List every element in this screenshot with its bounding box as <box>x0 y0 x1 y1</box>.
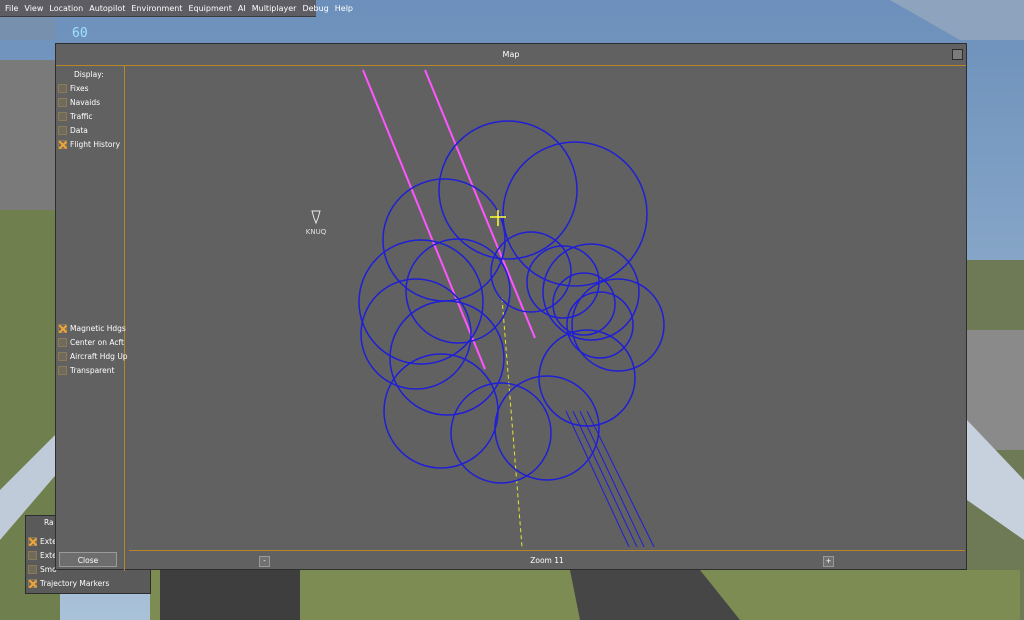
zoom-level-label: Zoom 11 <box>530 556 564 565</box>
ground-track-line <box>501 297 523 547</box>
hud-speed-readout: 60 <box>72 26 88 41</box>
menu-environment[interactable]: Environment <box>131 4 182 13</box>
runway-line-2 <box>424 69 536 339</box>
menu-multiplayer[interactable]: Multiplayer <box>252 4 297 13</box>
option-checkbox-1[interactable] <box>28 537 37 546</box>
traffic-checkbox[interactable] <box>58 112 67 121</box>
flight-history-checkbox[interactable] <box>58 140 67 149</box>
center-on-acft-checkbox[interactable] <box>58 338 67 347</box>
menu-view[interactable]: View <box>24 4 43 13</box>
map-options-panel: Display: Fixes Navaids Traffic Data Flig… <box>56 66 128 571</box>
transparent-checkbox[interactable] <box>58 366 67 375</box>
transparent-label: Transparent <box>70 366 115 375</box>
airport-icon <box>311 210 321 225</box>
flight-history-track <box>358 120 665 484</box>
magnetic-hdgs-checkbox[interactable] <box>58 324 67 333</box>
menu-debug[interactable]: Debug <box>302 4 328 13</box>
fixes-label: Fixes <box>70 84 89 93</box>
menu-location[interactable]: Location <box>49 4 83 13</box>
navaids-checkbox[interactable] <box>58 98 67 107</box>
aircraft-hdg-up-label: Aircraft Hdg Up <box>70 352 128 361</box>
map-canvas[interactable]: KNUQ <box>126 66 966 547</box>
navaids-label: Navaids <box>70 98 100 107</box>
option-checkbox-2[interactable] <box>28 551 37 560</box>
aircraft-hdg-up-checkbox[interactable] <box>58 352 67 361</box>
trajectory-markers-label: Trajectory Markers <box>40 579 110 588</box>
center-on-acft-label: Center on Acft <box>70 338 124 347</box>
map-drawing: KNUQ <box>306 69 665 547</box>
fixes-checkbox[interactable] <box>58 84 67 93</box>
zoom-bar: - Zoom 11 + <box>129 550 965 570</box>
map-dialog-titlebar[interactable]: Map <box>56 44 966 66</box>
menu-help[interactable]: Help <box>335 4 353 13</box>
magnetic-hdgs-label: Magnetic Hdgs <box>70 324 126 333</box>
menu-file[interactable]: File <box>5 4 18 13</box>
menu-bar: File View Location Autopilot Environment… <box>0 0 353 17</box>
airport-label: KNUQ <box>306 228 327 236</box>
runway-line-1 <box>362 69 486 370</box>
flight-history-label: Flight History <box>70 140 121 149</box>
close-button[interactable]: Close <box>59 552 117 567</box>
departure-track-lines <box>565 410 655 547</box>
trajectory-markers-checkbox[interactable] <box>28 579 37 588</box>
menu-ai[interactable]: AI <box>238 4 246 13</box>
rendering-dialog-title: Ra <box>44 518 54 527</box>
display-heading: Display: <box>74 70 104 79</box>
map-dialog-title: Map <box>502 50 520 59</box>
data-label: Data <box>70 126 88 135</box>
option-checkbox-3[interactable] <box>28 565 37 574</box>
map-dialog: Map Display: Fixes Navaids Traffic Data … <box>55 43 967 571</box>
zoom-in-button[interactable]: + <box>823 556 834 567</box>
menu-equipment[interactable]: Equipment <box>188 4 231 13</box>
data-checkbox[interactable] <box>58 126 67 135</box>
window-close-icon[interactable] <box>952 49 963 60</box>
traffic-label: Traffic <box>70 112 93 121</box>
menu-autopilot[interactable]: Autopilot <box>89 4 125 13</box>
